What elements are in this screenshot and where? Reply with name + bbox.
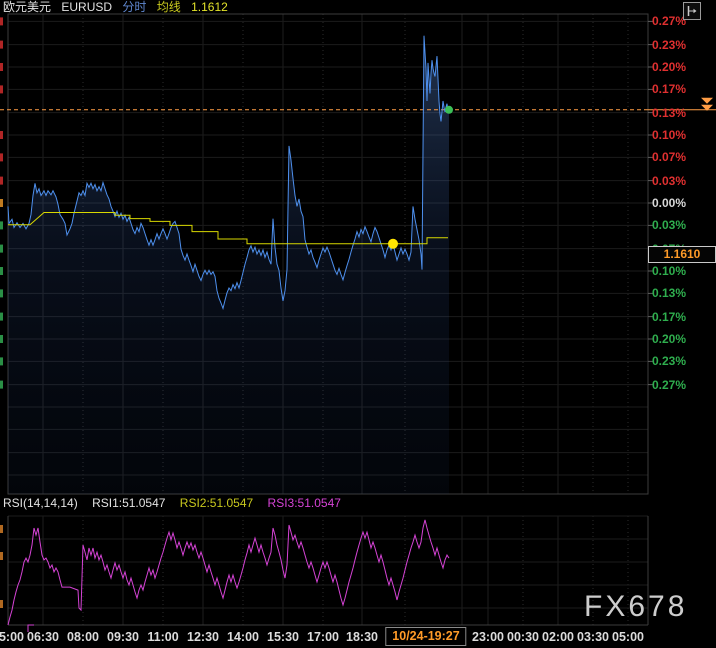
yellow-dot-marker — [388, 239, 398, 249]
rsi3-value: RSI3:51.0547 — [268, 496, 341, 510]
price-area-fill — [8, 36, 449, 494]
current-price-arrow-icon — [701, 98, 713, 104]
instrument-name: 欧元美元 — [3, 0, 51, 14]
clipped-left-axis-label — [0, 17, 3, 25]
clipped-left-axis-label — [0, 63, 3, 71]
symbol-label: EURUSD — [61, 0, 112, 14]
watermark: FX678 — [584, 590, 687, 624]
rsi-start-mark — [28, 625, 34, 632]
clipped-left-axis-label — [0, 177, 3, 185]
clipped-left-axis-label — [0, 199, 3, 207]
clipped-left-axis-label — [0, 41, 3, 49]
collapse-axis-panel-icon — [683, 8, 701, 23]
chart-header: 欧元美元 EURUSD 分时 均线 1.1612 — [3, 0, 235, 15]
price-axis-tag: 1.1610 — [648, 246, 716, 263]
clipped-left-axis-label — [0, 85, 3, 93]
rsi-params-label: RSI(14,14,14) — [3, 496, 78, 510]
current-time-label: 10/24-19:27 — [385, 627, 466, 646]
ma-toggle-label[interactable]: 均线 — [157, 0, 181, 14]
clipped-left-axis-label — [0, 267, 3, 275]
rsi2-value: RSI2:51.0547 — [180, 496, 253, 510]
clipped-left-axis-label — [0, 381, 3, 389]
rsi-line — [8, 520, 449, 625]
collapse-axis-panel-button[interactable] — [683, 2, 701, 20]
chart-canvas — [0, 0, 716, 648]
clipped-left-axis-label — [0, 313, 3, 321]
rsi1-value: RSI1:51.0547 — [92, 496, 165, 510]
clipped-left-axis-label — [0, 131, 3, 139]
green-dot-marker — [445, 106, 453, 114]
trading-chart-screen: 0.27%0.23%0.20%0.17%0.13%0.10%0.07%0.03%… — [0, 0, 716, 648]
last-price-value: 1.1612 — [191, 0, 228, 14]
rsi-header: RSI(14,14,14) RSI1:51.0547 RSI2:51.0547 … — [3, 496, 352, 511]
clipped-rsi-axis-label — [0, 525, 3, 533]
clipped-left-axis-label — [0, 289, 3, 297]
clipped-left-axis-label — [0, 245, 3, 253]
clipped-left-axis-label — [0, 153, 3, 161]
clipped-left-axis-label — [0, 335, 3, 343]
clipped-rsi-axis-label — [0, 600, 3, 608]
chart-mode-label[interactable]: 分时 — [122, 0, 146, 14]
clipped-left-axis-label — [0, 357, 3, 365]
clipped-left-axis-label — [0, 221, 3, 229]
clipped-rsi-axis-label — [0, 552, 3, 560]
